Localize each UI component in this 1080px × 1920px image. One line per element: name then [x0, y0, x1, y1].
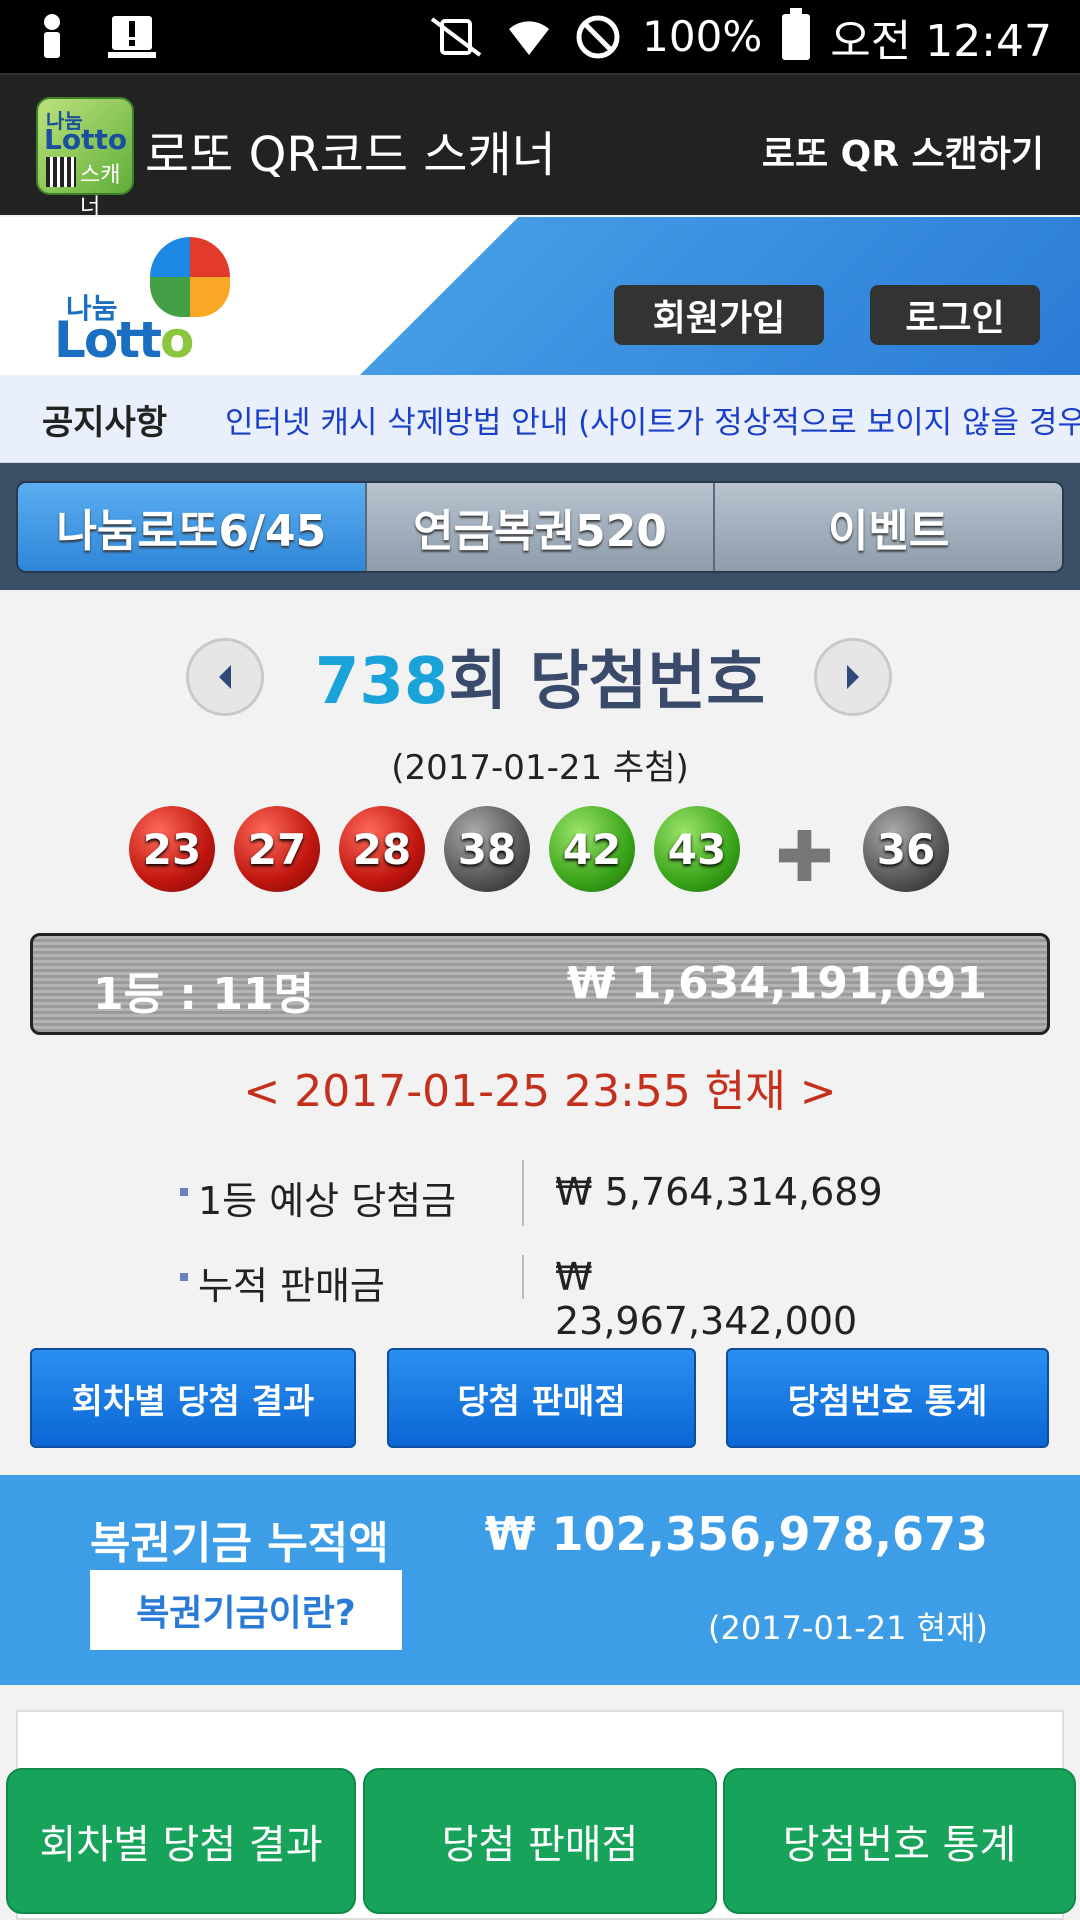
round-title: 738회 당첨번호 — [0, 630, 1080, 722]
draw-date: (2017-01-21 추첨) — [391, 748, 689, 788]
total-sales-label: 누적 판매금 — [198, 1264, 385, 1308]
logo-big-text: Lotto — [54, 311, 194, 369]
login-button[interactable]: 로그인 — [870, 285, 1040, 345]
round-results-button[interactable]: 회차별 당첨 결과 — [30, 1348, 356, 1448]
round-number: 738 — [314, 645, 449, 719]
number-ball: 27 — [234, 806, 320, 892]
total-sales-value: ₩ 23,967,342,000 — [555, 1255, 858, 1343]
notice-label: 공지사항 — [42, 403, 168, 443]
app-icon-text-3: 스캐너 — [80, 163, 121, 220]
lotto-bag-icon — [150, 237, 230, 317]
fund-title: 복권기금 누적액 — [90, 1518, 389, 1569]
action-bar: 나눔 Lotto 스캐너 로또 QR코드 스캐너 로또 QR 스캔하기 — [0, 73, 1080, 220]
bottom-round-results-button[interactable]: 회차별 당첨 결과 — [6, 1768, 356, 1914]
bonus-ball: 36 — [863, 806, 949, 892]
as-of-timestamp: < 2017-01-25 23:55 현재 > — [243, 1066, 837, 1117]
plus-icon: ✚ — [775, 816, 834, 898]
fund-info-button[interactable]: 복권기금이란? — [90, 1570, 402, 1650]
logo-big-text-1: Lott — [54, 311, 162, 369]
bottom-winning-stores-button[interactable]: 당첨 판매점 — [363, 1768, 717, 1914]
chevron-right-icon — [847, 665, 859, 689]
winning-numbers: 23 27 28 38 42 43 ✚ 36 — [0, 806, 1080, 898]
notice-bar: 공지사항 인터넷 캐시 삭제방법 안내 (사이트가 정상적으로 보이지 않을 경… — [0, 375, 1080, 463]
number-ball: 23 — [129, 806, 215, 892]
nanum-lotto-logo[interactable]: 나눔 Lotto — [50, 237, 240, 369]
logo-big-text-2: o — [160, 311, 194, 369]
tab-pension-520[interactable]: 연금복권520 — [366, 483, 716, 571]
tab-lotto-645[interactable]: 나눔로또6/45 — [18, 483, 367, 571]
divider — [522, 1255, 524, 1299]
number-ball: 42 — [549, 806, 635, 892]
site-header: 나눔 Lotto 회원가입 로그인 — [0, 217, 1080, 375]
notice-link[interactable]: 인터넷 캐시 삭제방법 안내 (사이트가 정상적으로 보이지 않을 경우 — [225, 397, 1080, 442]
expected-prize-row: 1등 예상 당첨금 ₩ 5,764,314,689 — [180, 1160, 900, 1230]
total-sales-row: 누적 판매금 ₩ 23,967,342,000 — [180, 1245, 900, 1343]
alert-icon — [108, 16, 156, 58]
chevron-left-icon — [219, 665, 231, 689]
first-prize-amount: ₩ 1,634,191,091 — [566, 958, 987, 1009]
number-ball: 38 — [444, 806, 530, 892]
qr-code-icon — [46, 157, 76, 187]
bottom-action-bar: 회차별 당첨 결과 당첨 판매점 당첨번호 통계 — [0, 1768, 1080, 1920]
draw-result-section: 738회 당첨번호 (2017-01-21 추첨) 23 27 28 38 42… — [0, 590, 1080, 1475]
winning-stores-button[interactable]: 당첨 판매점 — [387, 1348, 696, 1448]
no-sim-icon — [576, 15, 620, 58]
previous-round-button[interactable] — [186, 638, 264, 716]
notification-icons — [32, 12, 156, 60]
expected-prize-label: 1등 예상 당첨금 — [198, 1179, 457, 1223]
expected-prize-value: ₩ 5,764,314,689 — [555, 1170, 883, 1214]
qr-scan-button[interactable]: 로또 QR 스캔하기 — [762, 125, 1044, 177]
system-indicators: 100% 오전 12:47 — [428, 0, 1052, 73]
lottery-fund-section: 복권기금 누적액 ₩ 102,356,978,673 복권기금이란? (2017… — [0, 1475, 1080, 1685]
clock: 오전 12:47 — [830, 15, 1052, 67]
number-ball: 43 — [654, 806, 740, 892]
divider — [522, 1160, 524, 1226]
round-title-suffix: 회 당첨번호 — [448, 645, 766, 719]
tab-event[interactable]: 이벤트 — [715, 483, 1062, 571]
app-icon: 나눔 Lotto 스캐너 — [36, 97, 134, 220]
app-title: 로또 QR코드 스캐너 — [145, 127, 556, 183]
next-round-button[interactable] — [814, 638, 892, 716]
first-prize-winners: 1등 : 11명 — [93, 969, 315, 1020]
person-icon — [44, 14, 60, 58]
game-tabs: 나눔로또6/45 연금복권520 이벤트 — [0, 463, 1080, 590]
status-bar: 100% 오전 12:47 — [0, 0, 1080, 73]
first-prize-bar: 1등 : 11명 ₩ 1,634,191,091 — [30, 933, 1050, 1035]
bullet-icon — [180, 1273, 188, 1281]
bottom-number-stats-button[interactable]: 당첨번호 통계 — [723, 1768, 1076, 1914]
number-stats-button[interactable]: 당첨번호 통계 — [726, 1348, 1049, 1448]
wifi-icon — [509, 20, 550, 55]
fund-date: (2017-01-21 현재) — [708, 1609, 988, 1647]
number-ball: 28 — [339, 806, 425, 892]
fund-amount: ₩ 102,356,978,673 — [484, 1507, 988, 1561]
app-icon-text-2: Lotto — [44, 123, 128, 156]
battery-percent: 100% — [642, 12, 763, 61]
battery-icon — [782, 7, 811, 60]
bullet-icon — [180, 1188, 188, 1196]
vibrate-mute-icon — [430, 16, 482, 57]
join-button[interactable]: 회원가입 — [614, 285, 824, 345]
